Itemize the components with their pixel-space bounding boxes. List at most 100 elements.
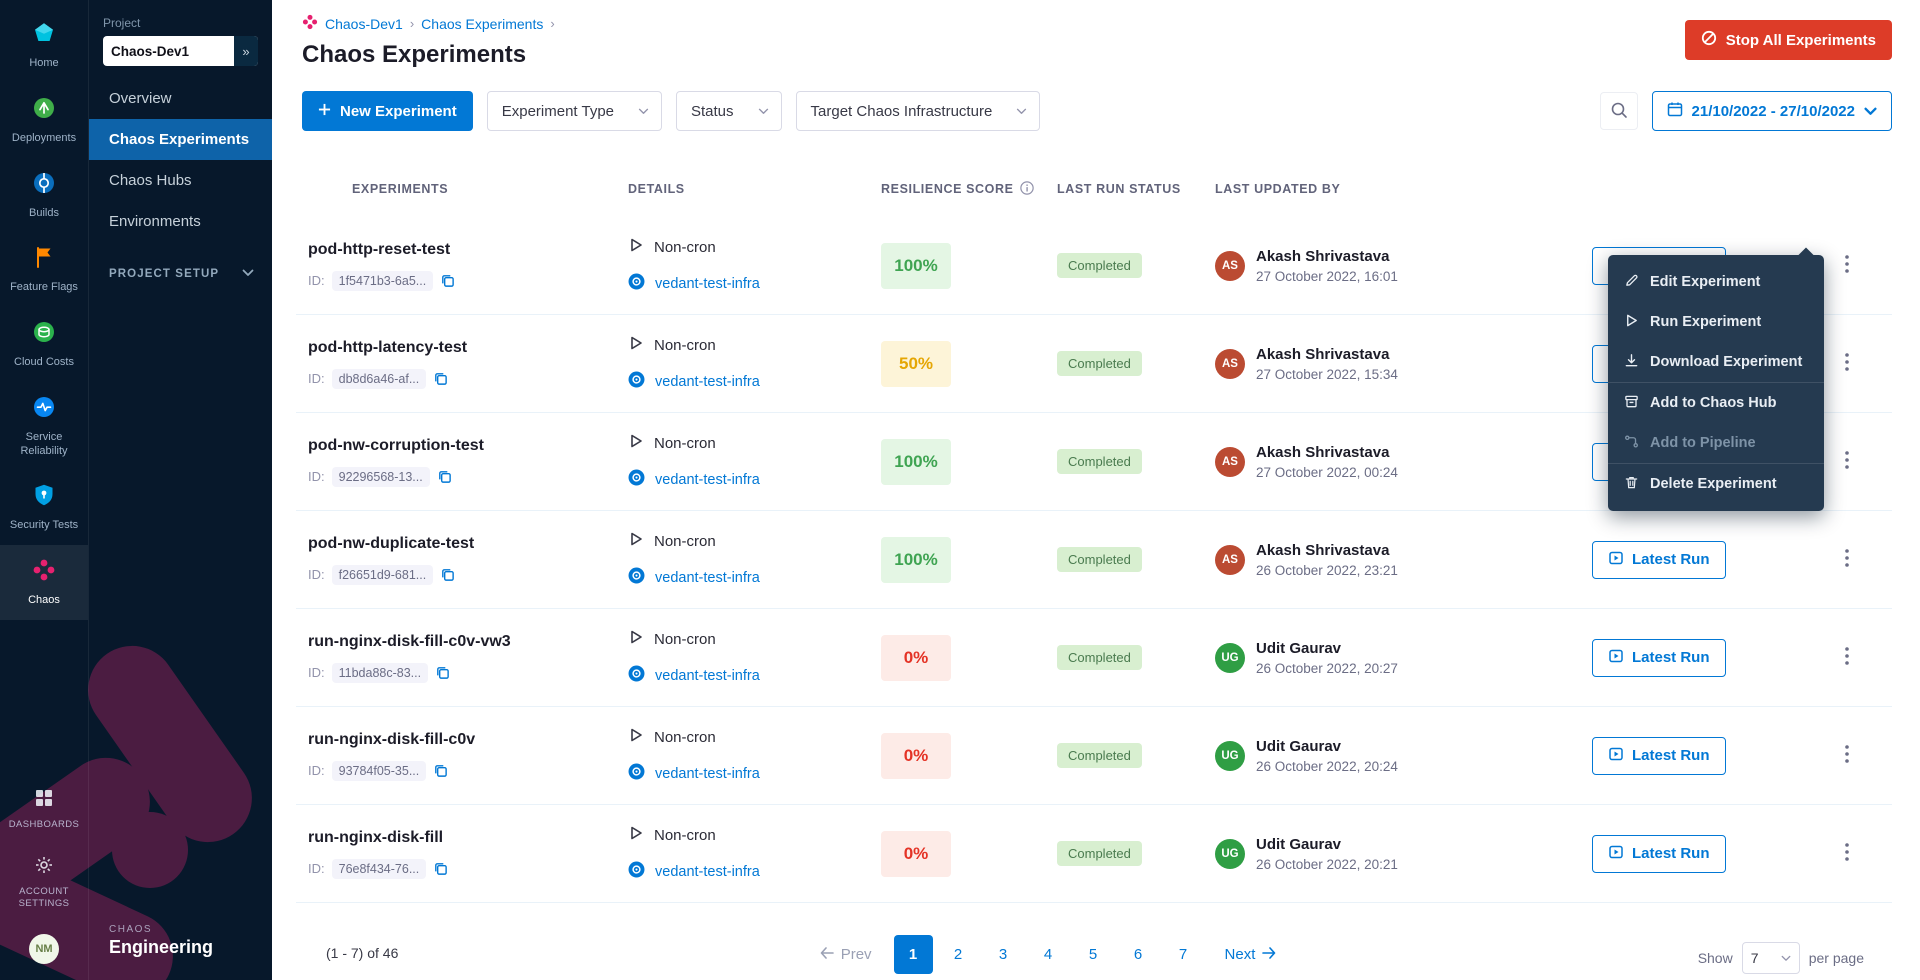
infrastructure-link[interactable]: vedant-test-infra	[655, 570, 760, 586]
rail-item-label: Chaos	[28, 594, 60, 608]
latest-run-button[interactable]: Latest Run	[1592, 737, 1726, 775]
copy-icon[interactable]	[433, 371, 448, 386]
status-filter[interactable]: Status	[676, 91, 782, 131]
rail-item-home[interactable]: Home	[0, 8, 88, 83]
menu-item-delete-experiment[interactable]: Delete Experiment	[1608, 464, 1824, 504]
pager: Prev 1 2 3 4 5 6 7 Next	[812, 935, 1285, 974]
breadcrumb-project-link[interactable]: Chaos-Dev1	[325, 16, 403, 32]
project-nav: Overview Chaos Experiments Chaos Hubs En…	[89, 78, 272, 242]
latest-run-button[interactable]: Latest Run	[1592, 639, 1726, 677]
menu-item-run-experiment[interactable]: Run Experiment	[1608, 302, 1824, 342]
target-infrastructure-filter[interactable]: Target Chaos Infrastructure	[796, 91, 1041, 131]
stop-all-experiments-button[interactable]: Stop All Experiments	[1685, 20, 1892, 60]
infrastructure-icon	[628, 371, 645, 392]
next-page-button[interactable]: Next	[1217, 935, 1285, 974]
copy-icon[interactable]	[433, 861, 448, 876]
status-badge: Completed	[1057, 645, 1142, 670]
info-icon[interactable]	[1020, 181, 1034, 198]
infrastructure-link[interactable]: vedant-test-infra	[655, 374, 760, 390]
latest-run-button[interactable]: Latest Run	[1592, 835, 1726, 873]
search-button[interactable]	[1600, 92, 1638, 130]
project-setup-toggle[interactable]: PROJECT SETUP	[89, 268, 272, 280]
row-menu-button[interactable]	[1834, 445, 1860, 479]
project-picker[interactable]: Chaos-Dev1 »	[103, 36, 258, 66]
copy-icon[interactable]	[433, 763, 448, 778]
infrastructure-link[interactable]: vedant-test-infra	[655, 276, 760, 292]
pagination-bar: (1 - 7) of 46 Prev 1 2 3 4 5 6 7 Next	[296, 903, 1892, 979]
menu-item-edit-experiment[interactable]: Edit Experiment	[1608, 262, 1824, 302]
page-button-1[interactable]: 1	[894, 935, 933, 974]
sidebar-item-overview[interactable]: Overview	[89, 78, 272, 119]
play-icon	[628, 629, 644, 649]
user-avatar[interactable]: NM	[29, 934, 59, 964]
copy-icon[interactable]	[437, 469, 452, 484]
per-page-group: Show 7 per page	[1698, 935, 1864, 974]
resilience-score-badge: 50%	[881, 341, 951, 387]
module-name: Engineering	[109, 937, 252, 958]
rail-item-deployments[interactable]: Deployments	[0, 83, 88, 158]
new-experiment-button[interactable]: New Experiment	[302, 91, 473, 131]
double-chevron-icon[interactable]: »	[234, 36, 258, 66]
table-row[interactable]: run-nginx-disk-fill-c0v-vw3 ID: 11bda88c…	[296, 609, 1892, 707]
play-icon	[1624, 313, 1639, 332]
copy-icon[interactable]	[440, 273, 455, 288]
row-menu-button[interactable]	[1834, 249, 1860, 283]
run-icon	[1608, 746, 1624, 766]
rail-item-service-reliability[interactable]: Service Reliability	[0, 382, 88, 471]
experiment-id: 76e8f434-76...	[332, 859, 427, 879]
rail-item-security-tests[interactable]: Security Tests	[0, 470, 88, 545]
rail-item-label: Cloud Costs	[14, 356, 74, 370]
page-button-6[interactable]: 6	[1119, 935, 1158, 974]
user-name: Udit Gaurav	[1256, 738, 1398, 755]
page-button-5[interactable]: 5	[1074, 935, 1113, 974]
menu-item-download-experiment[interactable]: Download Experiment	[1608, 342, 1824, 382]
experiment-id-label: ID:	[308, 665, 325, 680]
infrastructure-link[interactable]: vedant-test-infra	[655, 766, 760, 782]
infrastructure-link[interactable]: vedant-test-infra	[655, 864, 760, 880]
experiment-id: f26651d9-681...	[332, 565, 434, 585]
row-menu-button[interactable]	[1834, 641, 1860, 675]
status-badge: Completed	[1057, 253, 1142, 278]
page-button-3[interactable]: 3	[984, 935, 1023, 974]
page-header: Chaos-Dev1 › Chaos Experiments › Chaos E…	[272, 0, 1920, 69]
sidebar-item-chaos-experiments[interactable]: Chaos Experiments	[89, 119, 272, 160]
table-row[interactable]: run-nginx-disk-fill-c0v ID: 93784f05-35.…	[296, 707, 1892, 805]
page-button-2[interactable]: 2	[939, 935, 978, 974]
filter-label: Status	[691, 103, 734, 120]
row-menu-button[interactable]	[1834, 837, 1860, 871]
experiment-name: pod-http-reset-test	[308, 241, 628, 259]
kebab-icon	[1845, 843, 1849, 864]
rail-item-chaos[interactable]: Chaos	[0, 545, 88, 620]
row-menu-button[interactable]	[1834, 543, 1860, 577]
hub-icon	[1624, 394, 1639, 413]
infrastructure-link[interactable]: vedant-test-infra	[655, 472, 760, 488]
page-button-7[interactable]: 7	[1164, 935, 1203, 974]
latest-run-button[interactable]: Latest Run	[1592, 541, 1726, 579]
copy-icon[interactable]	[435, 665, 450, 680]
copy-icon[interactable]	[440, 567, 455, 582]
prev-page-button[interactable]: Prev	[812, 935, 880, 974]
date-range-picker[interactable]: 21/10/2022 - 27/10/2022	[1652, 91, 1892, 131]
show-label: Show	[1698, 950, 1733, 966]
page-button-4[interactable]: 4	[1029, 935, 1068, 974]
rail-item-cloud-costs[interactable]: Cloud Costs	[0, 307, 88, 382]
rail-item-dashboards[interactable]: DASHBOARDS	[0, 776, 88, 843]
table-row[interactable]: pod-nw-duplicate-test ID: f26651d9-681..…	[296, 511, 1892, 609]
project-label: Project	[89, 16, 272, 30]
sidebar-item-environments[interactable]: Environments	[89, 201, 272, 242]
kebab-icon	[1845, 255, 1849, 276]
rail-item-label: ACCOUNT SETTINGS	[4, 886, 84, 910]
status-badge: Completed	[1057, 449, 1142, 474]
infrastructure-link[interactable]: vedant-test-infra	[655, 668, 760, 684]
menu-item-add-to-chaos-hub[interactable]: Add to Chaos Hub	[1608, 383, 1824, 423]
rail-item-builds[interactable]: Builds	[0, 158, 88, 233]
breadcrumb-experiments-link[interactable]: Chaos Experiments	[421, 16, 543, 32]
row-menu-button[interactable]	[1834, 347, 1860, 381]
sidebar-item-chaos-hubs[interactable]: Chaos Hubs	[89, 160, 272, 201]
per-page-select[interactable]: 7	[1742, 942, 1800, 974]
rail-item-feature-flags[interactable]: Feature Flags	[0, 232, 88, 307]
rail-item-account-settings[interactable]: ACCOUNT SETTINGS	[0, 843, 88, 922]
table-row[interactable]: run-nginx-disk-fill ID: 76e8f434-76... N…	[296, 805, 1892, 903]
row-menu-button[interactable]	[1834, 739, 1860, 773]
experiment-type-filter[interactable]: Experiment Type	[487, 91, 662, 131]
